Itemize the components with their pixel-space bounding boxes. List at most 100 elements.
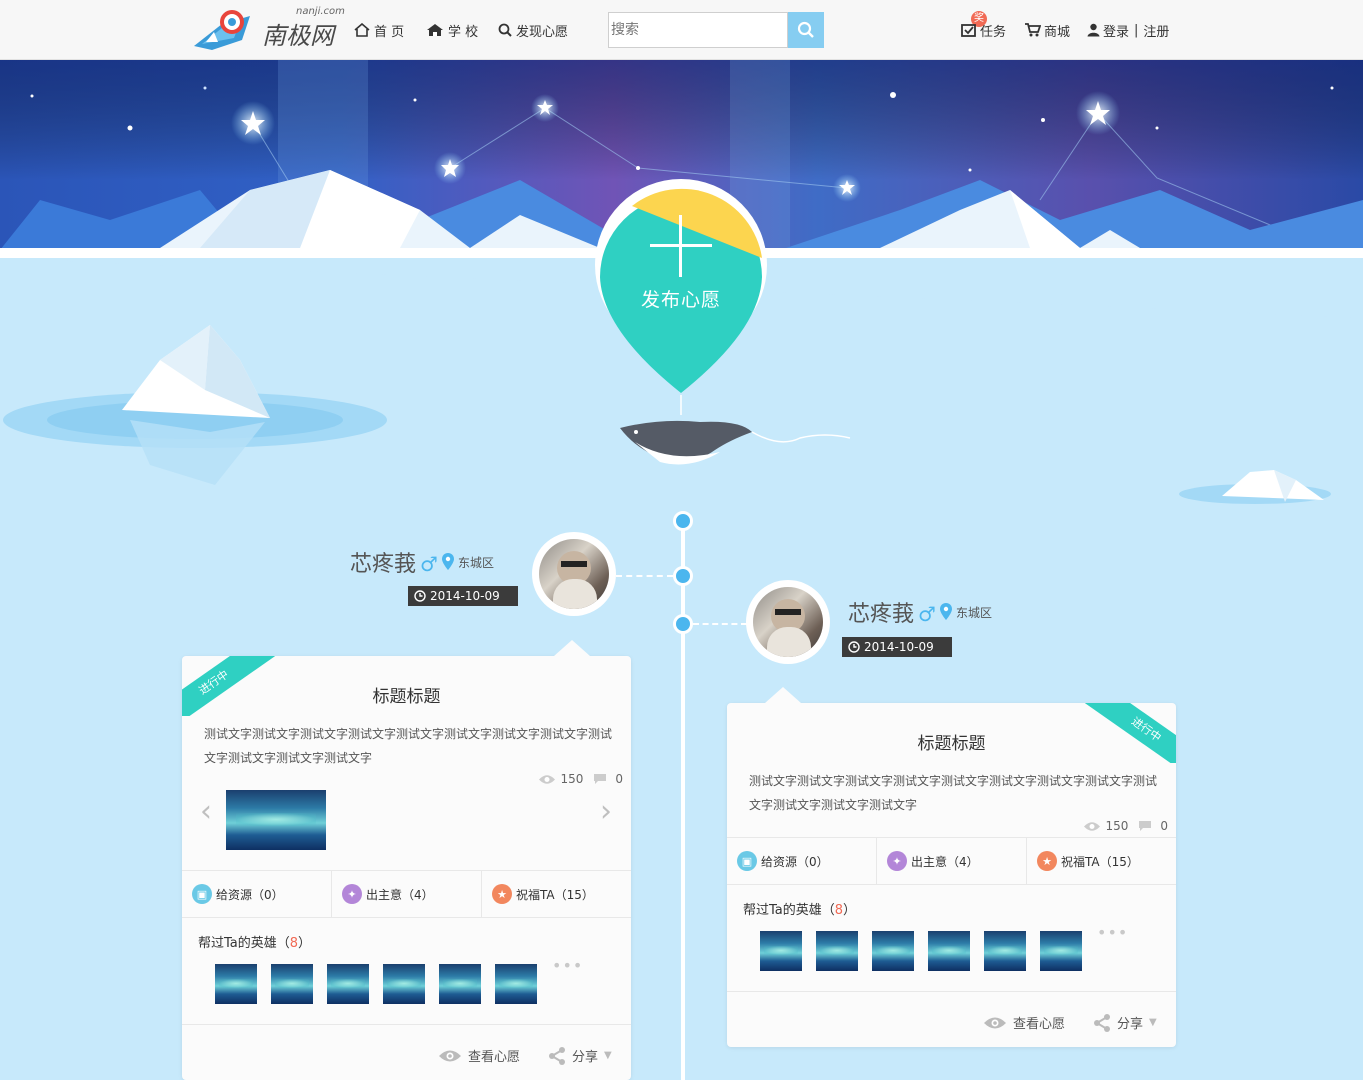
search-button[interactable]	[788, 12, 824, 48]
helper-avatar[interactable]	[383, 964, 425, 1004]
helper-avatar[interactable]	[816, 931, 858, 971]
user-location: 东城区	[939, 603, 992, 621]
share-label: 分享	[1117, 1017, 1144, 1032]
helpers-label: 帮过Ta的英雄（	[198, 936, 290, 951]
plus-icon	[650, 215, 712, 277]
helper-avatar[interactable]	[760, 931, 802, 971]
user-location: 东城区	[441, 553, 494, 571]
avatar-photo	[539, 539, 609, 609]
view-wish-link[interactable]: 查看心愿	[983, 1013, 1065, 1032]
location-label: 东城区	[457, 555, 494, 570]
date-label: 2014-10-09	[430, 589, 500, 603]
helper-avatar[interactable]	[271, 964, 313, 1004]
eye-icon	[539, 774, 556, 784]
post-stats: 150 0	[1083, 819, 1168, 833]
give-resource-button[interactable]: ▣ 给资源（0）	[182, 871, 332, 917]
helper-avatar[interactable]	[872, 931, 914, 971]
publish-wish-label: 发布心愿	[640, 289, 721, 311]
bless-label: 祝福TA（15）	[1061, 854, 1139, 869]
share-label: 分享	[572, 1050, 599, 1065]
post-2-card: 进行中 标题标题 测试文字测试文字测试文字测试文字测试文字测试文字测试文字测试文…	[727, 687, 1176, 1047]
comment-icon	[594, 774, 607, 784]
more-helpers-icon[interactable]: •••	[1097, 923, 1128, 942]
timeline-connector	[693, 623, 747, 625]
suggest-idea-label: 出主意（4）	[366, 887, 434, 902]
suggest-idea-button[interactable]: ✦ 出主意（4）	[332, 871, 482, 917]
share-button[interactable]: 分享 ▼	[548, 1046, 612, 1065]
location-label: 东城区	[955, 605, 992, 620]
search-icon	[498, 23, 512, 37]
comment-count: 0	[615, 772, 623, 786]
nav-discover[interactable]: 发现心愿	[498, 20, 568, 40]
prev-image-arrow[interactable]: ‹	[200, 794, 212, 829]
user-icon	[1087, 23, 1100, 37]
next-image-arrow[interactable]: ›	[600, 794, 612, 829]
nav-tasks-label: 任务	[980, 24, 1007, 40]
location-pin-icon	[939, 603, 952, 620]
post-actions: ▣ 给资源（0） ✦ 出主意（4） ★ 祝福TA（15）	[182, 870, 631, 918]
nav-tasks[interactable]: 任务	[961, 20, 1006, 40]
post-image[interactable]	[226, 790, 326, 850]
post-body: 测试文字测试文字测试文字测试文字测试文字测试文字测试文字测试文字测试文字测试文字…	[749, 774, 1158, 812]
chevron-down-icon: ▼	[604, 1050, 612, 1061]
view-wish-link[interactable]: 查看心愿	[438, 1046, 520, 1065]
bless-button[interactable]: ★ 祝福TA（15）	[1027, 838, 1176, 884]
view-wish-label: 查看心愿	[468, 1050, 521, 1065]
thumbs-up-icon: ★	[1037, 851, 1057, 871]
avatar-photo	[753, 587, 823, 657]
nav-home[interactable]: 首 页	[354, 20, 404, 40]
clock-icon	[414, 590, 426, 602]
cube-icon: ▣	[737, 851, 757, 871]
site-logo[interactable]: 南极网 nanji.com	[192, 6, 352, 52]
helper-avatar[interactable]	[984, 931, 1026, 971]
helpers-close: ）	[843, 903, 857, 918]
bless-button[interactable]: ★ 祝福TA（15）	[482, 871, 631, 917]
helpers-count: 8	[834, 903, 844, 918]
share-button[interactable]: 分享 ▼	[1093, 1013, 1157, 1032]
post-2-author: 芯疼莪 ♂ 东城区	[848, 596, 992, 628]
publish-wish-button[interactable]: 发布心愿	[605, 215, 757, 335]
post-2-avatar[interactable]	[746, 580, 830, 664]
search-input[interactable]	[608, 12, 788, 48]
give-resource-button[interactable]: ▣ 给资源（0）	[727, 838, 877, 884]
register-link[interactable]: 注册	[1143, 21, 1169, 40]
bless-label: 祝福TA（15）	[516, 887, 594, 902]
user-name[interactable]: 芯疼莪	[848, 596, 914, 628]
suggest-idea-button[interactable]: ✦ 出主意（4）	[877, 838, 1027, 884]
search-bar	[608, 12, 824, 48]
helper-avatar[interactable]	[215, 964, 257, 1004]
helper-avatar[interactable]	[1040, 931, 1082, 971]
share-icon	[1094, 1013, 1110, 1032]
helper-avatar[interactable]	[495, 964, 537, 1004]
helper-avatar[interactable]	[439, 964, 481, 1004]
suggest-idea-label: 出主意（4）	[911, 854, 979, 869]
nav-shop[interactable]: 商城	[1024, 20, 1070, 40]
nav-shop-label: 商城	[1044, 24, 1071, 40]
nav-home-label: 首 页	[374, 24, 405, 40]
user-name[interactable]: 芯疼莪	[350, 546, 416, 578]
nav-school-label: 学 校	[448, 24, 479, 40]
eye-icon	[439, 1050, 461, 1061]
lightbulb-icon: ✦	[887, 851, 907, 871]
post-title[interactable]: 标题标题	[727, 729, 1176, 754]
helper-avatar[interactable]	[928, 931, 970, 971]
post-2-date: 2014-10-09	[842, 637, 952, 657]
helper-avatar[interactable]	[327, 964, 369, 1004]
timeline-connector	[616, 575, 673, 577]
chevron-down-icon: ▼	[1149, 1017, 1157, 1028]
post-1-avatar[interactable]	[532, 532, 616, 616]
comment-count: 0	[1160, 819, 1168, 833]
nav-school[interactable]: 学 校	[426, 20, 478, 40]
nav-discover-label: 发现心愿	[516, 24, 569, 40]
post-title[interactable]: 标题标题	[182, 682, 631, 707]
school-icon	[427, 24, 443, 36]
search-icon	[797, 21, 814, 38]
timeline-start-dot	[673, 511, 693, 531]
date-label: 2014-10-09	[864, 640, 934, 654]
login-link[interactable]: 登录	[1103, 21, 1129, 40]
helpers-count: 8	[289, 936, 299, 951]
task-icon	[961, 24, 976, 37]
male-icon: ♂	[420, 552, 438, 576]
more-helpers-icon[interactable]: •••	[552, 956, 583, 975]
card-pointer	[554, 640, 590, 656]
